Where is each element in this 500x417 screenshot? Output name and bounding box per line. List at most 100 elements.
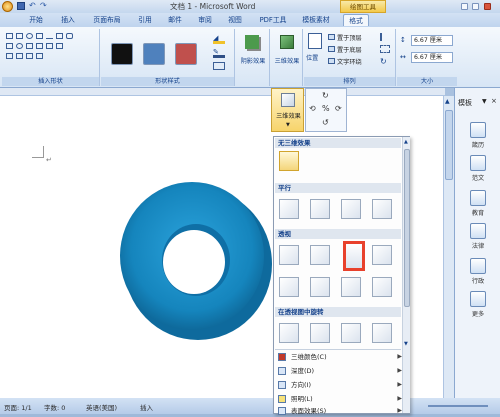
tab-home[interactable]: 开始 (24, 14, 48, 26)
redo-icon[interactable]: ↷ (40, 1, 47, 10)
tilt-up-icon[interactable]: ↻ (322, 91, 329, 100)
tab-references[interactable]: 引用 (133, 14, 157, 26)
toggle-3d-icon[interactable]: % (322, 104, 330, 113)
status-words[interactable]: 字数: 0 (44, 402, 65, 412)
no-3d-effect-option[interactable] (279, 151, 299, 171)
perspective-option-5[interactable] (279, 277, 299, 297)
rotate-option-1[interactable] (279, 323, 299, 343)
parallel-option-1[interactable] (279, 199, 299, 219)
tilt-right-icon[interactable]: ⟳ (335, 104, 342, 113)
maximize-button[interactable] (472, 3, 479, 10)
sidebar-close-icon[interactable]: × (491, 97, 497, 105)
shape-rectangle[interactable] (16, 33, 23, 39)
shape-row3-d[interactable] (36, 53, 43, 59)
shape-row2-f[interactable] (56, 43, 63, 49)
sidebar-item-law[interactable]: 法律 (463, 223, 493, 250)
shape-line[interactable] (46, 33, 53, 39)
shape-row2-d[interactable] (36, 43, 43, 49)
tab-insert[interactable]: 插入 (56, 14, 80, 26)
sidebar-dropdown-icon[interactable]: ▼ (482, 98, 487, 105)
parallel-option-3[interactable] (341, 199, 361, 219)
menu-item-depth[interactable]: 深度(D) ▶ (275, 365, 405, 377)
rotate-option-3[interactable] (341, 323, 361, 343)
sidebar-item-education[interactable]: 教育 (463, 190, 493, 217)
perspective-option-2[interactable] (310, 245, 330, 265)
text-wrap-button[interactable]: 文字环绕 (328, 57, 362, 66)
group-icon[interactable] (380, 45, 390, 53)
status-language[interactable]: 英语(美国) (86, 402, 117, 412)
shape-row2-b[interactable] (16, 43, 23, 49)
tab-pdf-tools[interactable]: PDF工具 (254, 14, 292, 26)
rotate-option-4[interactable] (372, 323, 392, 343)
close-button[interactable] (484, 3, 491, 10)
position-label[interactable]: 位置 (306, 53, 318, 62)
tab-page-layout[interactable]: 页面布局 (88, 14, 126, 26)
fill-color-icon[interactable]: ◢ (213, 34, 225, 44)
height-input[interactable]: 6.67 厘米 (411, 35, 453, 46)
menu-item-3d-color[interactable]: 三维颜色(C) ▶ (275, 351, 405, 363)
outline-color-icon[interactable]: ✎ (213, 48, 225, 58)
shape-arrow[interactable] (56, 33, 63, 39)
vertical-scrollbar[interactable]: ▲ (443, 96, 454, 398)
menu-scrollbar[interactable]: ▲ ▼ (402, 137, 410, 413)
style-swatch-red[interactable] (175, 43, 197, 65)
tab-mailings[interactable]: 邮件 (163, 14, 187, 26)
rotate-option-2[interactable] (310, 323, 330, 343)
perspective-option-6[interactable] (310, 277, 330, 297)
shape-rounded-rect[interactable] (66, 33, 73, 39)
shape-row2-c[interactable] (26, 43, 33, 49)
shape-triangle[interactable] (36, 33, 43, 39)
status-page[interactable]: 页面: 1/1 (4, 402, 32, 412)
shadow-effects-icon[interactable] (245, 35, 259, 49)
width-input[interactable]: 6.67 厘米 (411, 52, 453, 63)
menu-scroll-up-icon[interactable]: ▲ (404, 139, 408, 145)
tab-template-material[interactable]: 模板素材 (296, 14, 336, 26)
menu-scroll-thumb[interactable] (404, 149, 410, 307)
shape-oval[interactable] (26, 33, 33, 39)
shape-row3-a[interactable] (6, 53, 13, 59)
shape-text-box[interactable] (6, 33, 13, 39)
status-mode[interactable]: 插入 (140, 402, 153, 412)
menu-scroll-down-icon[interactable]: ▼ (404, 341, 408, 347)
office-button[interactable] (2, 1, 13, 12)
scroll-thumb[interactable] (445, 110, 453, 180)
menu-item-direction[interactable]: 方向(I) ▶ (275, 379, 405, 391)
parallel-option-2[interactable] (310, 199, 330, 219)
donut-shape[interactable] (116, 176, 276, 344)
three-d-effects-dropdown-button[interactable]: 三维效果 ▼ (271, 88, 304, 132)
change-shape-icon[interactable] (213, 62, 225, 70)
rotate-icon[interactable]: ↻ (380, 57, 387, 66)
undo-icon[interactable]: ↶ (29, 1, 36, 10)
shape-row2-a[interactable] (6, 43, 13, 49)
tab-format[interactable]: 格式 (343, 14, 369, 26)
perspective-option-3[interactable] (343, 241, 365, 271)
shadow-effects-label[interactable]: 阴影效果 (238, 56, 268, 65)
bring-front-button[interactable]: 置于顶层 (328, 33, 362, 42)
send-back-button[interactable]: 置于底层 (328, 45, 362, 54)
scroll-up-arrow[interactable]: ▲ (445, 98, 450, 105)
zoom-slider[interactable] (428, 405, 488, 407)
style-swatch-blue[interactable] (143, 43, 165, 65)
sidebar-item-more[interactable]: 更多 (463, 291, 493, 318)
save-icon[interactable] (17, 2, 25, 10)
shape-row3-b[interactable] (16, 53, 23, 59)
perspective-option-1[interactable] (279, 245, 299, 265)
perspective-option-4[interactable] (372, 245, 392, 265)
menu-item-surface[interactable]: 表面效果(S) ▶ (275, 405, 405, 417)
tilt-down-icon[interactable]: ↺ (322, 118, 329, 127)
menu-item-lighting[interactable]: 照明(L) ▶ (275, 393, 405, 405)
shape-row2-e[interactable] (46, 43, 53, 49)
minimize-button[interactable] (461, 3, 468, 10)
tab-review[interactable]: 审阅 (193, 14, 217, 26)
sidebar-item-samples[interactable]: 范文 (463, 155, 493, 182)
shape-row3-c[interactable] (26, 53, 33, 59)
align-icon[interactable] (380, 33, 390, 41)
perspective-option-8[interactable] (372, 277, 392, 297)
parallel-option-4[interactable] (372, 199, 392, 219)
tilt-left-icon[interactable]: ⟲ (309, 104, 316, 113)
sidebar-item-calendar[interactable]: 箴历 (463, 122, 493, 149)
tab-view[interactable]: 视图 (223, 14, 247, 26)
sidebar-item-admin[interactable]: 行政 (463, 258, 493, 285)
perspective-option-7[interactable] (341, 277, 361, 297)
three-d-effects-icon[interactable] (280, 35, 294, 49)
